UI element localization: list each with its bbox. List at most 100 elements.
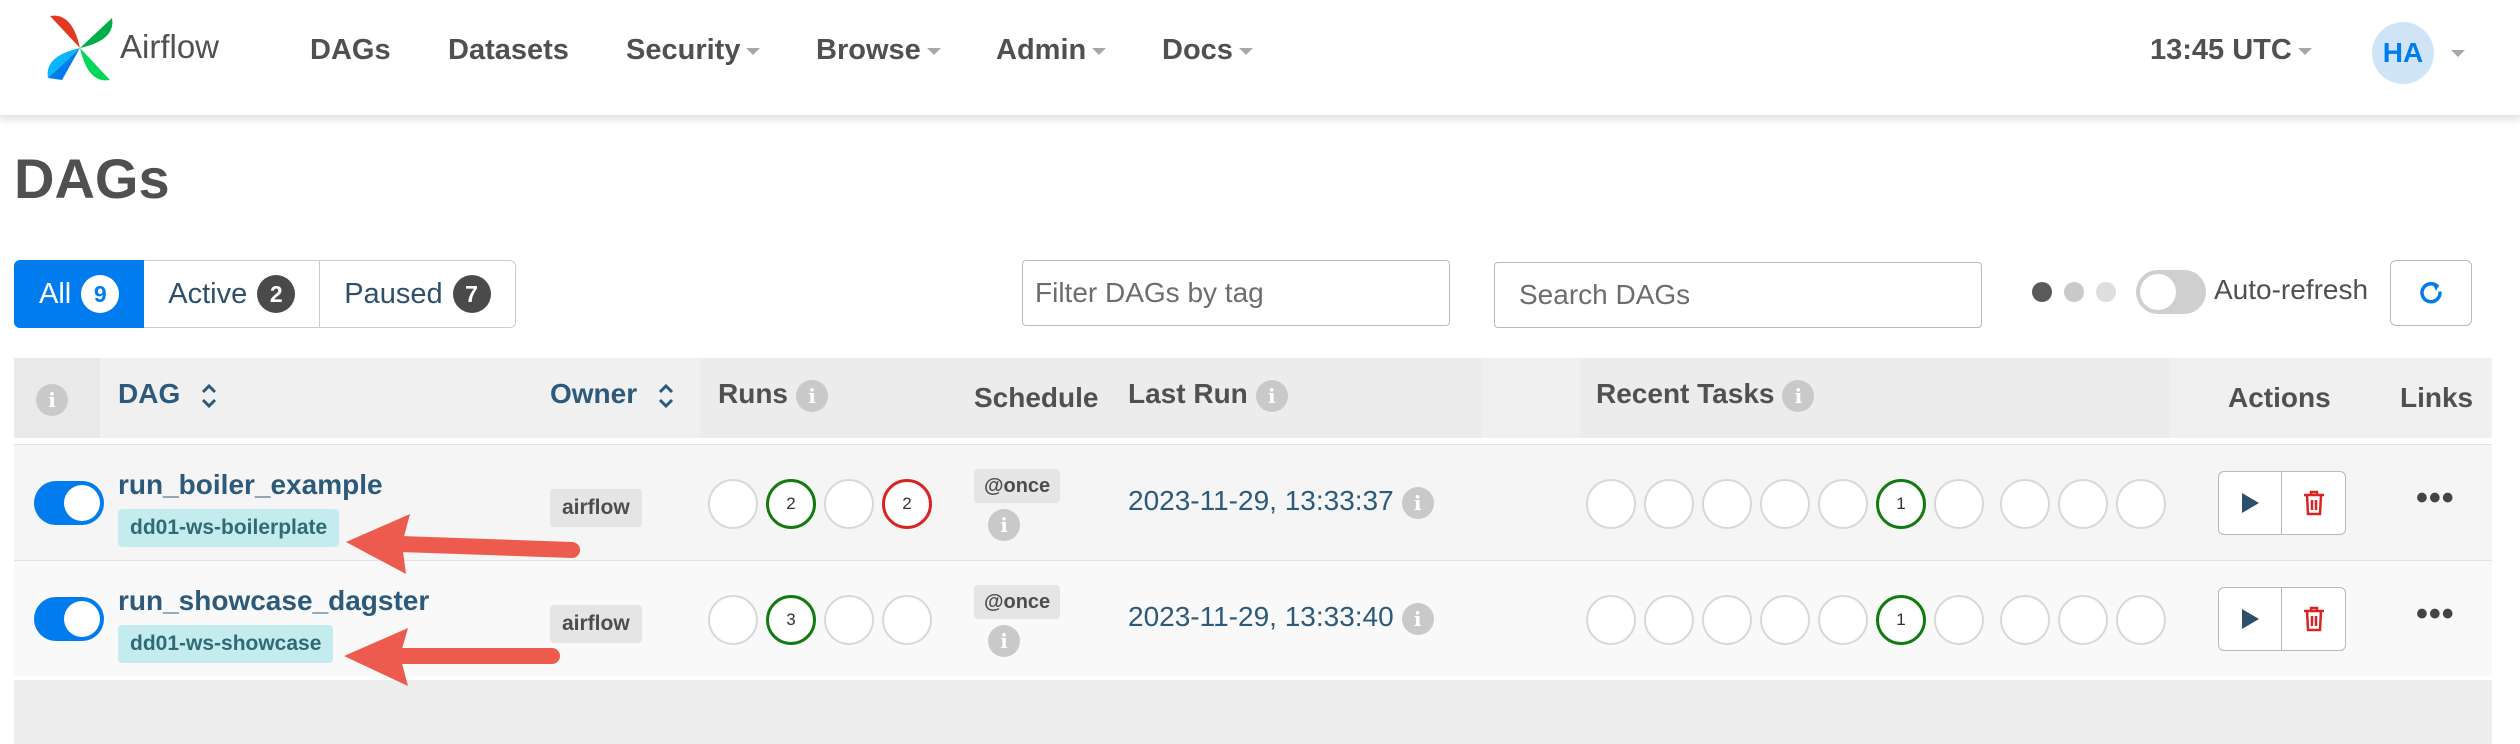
nav-admin[interactable]: Admin	[996, 34, 1107, 67]
trash-icon	[2303, 606, 2324, 632]
task-state-success[interactable]: 1	[1876, 595, 1926, 645]
filter-active-label: Active	[168, 277, 248, 310]
trigger-dag-button[interactable]	[2218, 471, 2282, 535]
dag-name-link[interactable]: run_boiler_example	[118, 469, 383, 501]
run-state-circle[interactable]	[708, 595, 758, 645]
dag-pause-toggle[interactable]	[34, 597, 104, 641]
run-state-success[interactable]: 3	[766, 595, 816, 645]
filter-paused-button[interactable]: Paused 7	[320, 260, 516, 328]
dag-tag[interactable]: dd01-ws-boilerplate	[118, 509, 340, 547]
nav-datasets-label: Datasets	[448, 34, 569, 66]
info-icon[interactable]: i	[1782, 379, 1815, 412]
info-icon: i	[1401, 486, 1434, 519]
run-state-circle[interactable]	[824, 479, 874, 529]
task-state-circle[interactable]	[1818, 595, 1868, 645]
airflow-logo-icon[interactable]	[42, 10, 118, 86]
header-dag[interactable]: DAG	[118, 378, 218, 411]
toggle-knob	[2140, 274, 2176, 310]
run-state-circle[interactable]	[882, 595, 932, 645]
run-state-success[interactable]: 2	[766, 479, 816, 529]
last-run-link[interactable]: 2023-11-29, 13:33:37 i	[1128, 485, 1434, 519]
refresh-button[interactable]	[2390, 260, 2472, 326]
header-runs-label: Runs	[718, 378, 788, 409]
info-icon[interactable]: i	[796, 379, 828, 412]
delete-dag-button[interactable]	[2282, 471, 2346, 535]
nav-browse-label: Browse	[816, 34, 921, 66]
more-links-icon[interactable]: •••	[2416, 595, 2455, 634]
delete-dag-button[interactable]	[2282, 587, 2346, 651]
page-title: DAGs	[14, 147, 170, 210]
header-dag-label: DAG	[118, 378, 181, 409]
dag-name-link[interactable]: run_showcase_dagster	[118, 585, 429, 617]
task-state-circle[interactable]	[2058, 479, 2108, 529]
dag-tag[interactable]: dd01-ws-showcase	[118, 625, 334, 663]
nav-datasets[interactable]: Datasets	[448, 34, 569, 67]
trigger-dag-button[interactable]	[2218, 587, 2282, 651]
header-owner-label: Owner	[550, 378, 638, 409]
annotation-arrow-icon	[344, 628, 560, 686]
task-state-circle[interactable]	[1586, 595, 1636, 645]
refresh-icon	[2420, 281, 2442, 304]
chevron-down-icon[interactable]	[2451, 50, 2465, 57]
task-state-circle[interactable]	[2000, 595, 2050, 645]
header-schedule: Schedule	[974, 382, 1099, 413]
chevron-down-icon	[926, 47, 941, 55]
info-icon: i	[988, 625, 1020, 657]
info-icon: i	[36, 383, 68, 416]
header-last-run: Last Run i	[1128, 378, 1288, 412]
filter-active-button[interactable]: Active 2	[144, 260, 321, 328]
nav-dags[interactable]: DAGs	[310, 34, 391, 67]
schedule-info[interactable]: i	[974, 625, 1020, 657]
status-filter-group: All 9 Active 2 Paused 7	[14, 260, 516, 328]
task-state-circle[interactable]	[2116, 595, 2166, 645]
schedule-badge[interactable]: @once	[974, 585, 1061, 619]
info-icon[interactable]: i	[1255, 379, 1288, 412]
schedule-badge[interactable]: @once	[974, 469, 1061, 503]
user-avatar[interactable]: HA	[2372, 22, 2434, 84]
auto-refresh-label: Auto-refresh	[2214, 274, 2369, 305]
header-info[interactable]: i	[36, 382, 68, 416]
nav-browse[interactable]: Browse	[816, 34, 941, 67]
schedule-info[interactable]: i	[974, 509, 1020, 541]
trash-icon	[2303, 490, 2324, 516]
nav-dags-label: DAGs	[310, 34, 391, 66]
task-state-circle[interactable]	[1644, 595, 1694, 645]
task-state-circle[interactable]	[1586, 479, 1636, 529]
task-state-success[interactable]: 1	[1876, 479, 1926, 529]
task-state-circle[interactable]	[1702, 479, 1752, 529]
task-state-circle[interactable]	[2000, 479, 2050, 529]
task-state-circle[interactable]	[1760, 595, 1810, 645]
nav-security[interactable]: Security	[626, 34, 761, 67]
dag-pause-toggle[interactable]	[34, 481, 104, 525]
last-run-link[interactable]: 2023-11-29, 13:33:40 i	[1128, 601, 1434, 635]
task-state-circle[interactable]	[1818, 479, 1868, 529]
tag-filter-input[interactable]	[1022, 260, 1450, 326]
run-state-circle[interactable]	[708, 479, 758, 529]
task-state-circle[interactable]	[1934, 479, 1984, 529]
run-state-circle[interactable]	[824, 595, 874, 645]
play-icon	[2242, 609, 2259, 629]
chevron-down-icon	[1238, 47, 1253, 55]
auto-refresh-toggle[interactable]	[2136, 270, 2206, 314]
task-state-circle[interactable]	[1702, 595, 1752, 645]
search-dags-input[interactable]	[1494, 262, 1982, 328]
toggle-knob	[64, 485, 100, 521]
last-run-label: 2023-11-29, 13:33:40	[1128, 601, 1394, 632]
task-state-circle[interactable]	[1934, 595, 1984, 645]
task-state-circle[interactable]	[2058, 595, 2108, 645]
brand-name[interactable]: Airflow	[120, 28, 219, 66]
more-links-icon[interactable]: •••	[2416, 479, 2455, 518]
utc-clock[interactable]: 13:45 UTC	[2150, 34, 2312, 67]
loading-dot-1	[2032, 282, 2052, 302]
task-state-circle[interactable]	[1760, 479, 1810, 529]
header-runs: Runs i	[718, 378, 828, 412]
nav-docs[interactable]: Docs	[1162, 34, 1253, 67]
filter-all-button[interactable]: All 9	[14, 260, 145, 328]
task-state-circle[interactable]	[1644, 479, 1694, 529]
annotation-arrow-icon	[346, 514, 580, 574]
nav-security-label: Security	[626, 34, 741, 66]
run-state-failed[interactable]: 2	[882, 479, 932, 529]
header-owner[interactable]: Owner	[550, 378, 675, 411]
play-icon	[2242, 493, 2259, 513]
task-state-circle[interactable]	[2116, 479, 2166, 529]
